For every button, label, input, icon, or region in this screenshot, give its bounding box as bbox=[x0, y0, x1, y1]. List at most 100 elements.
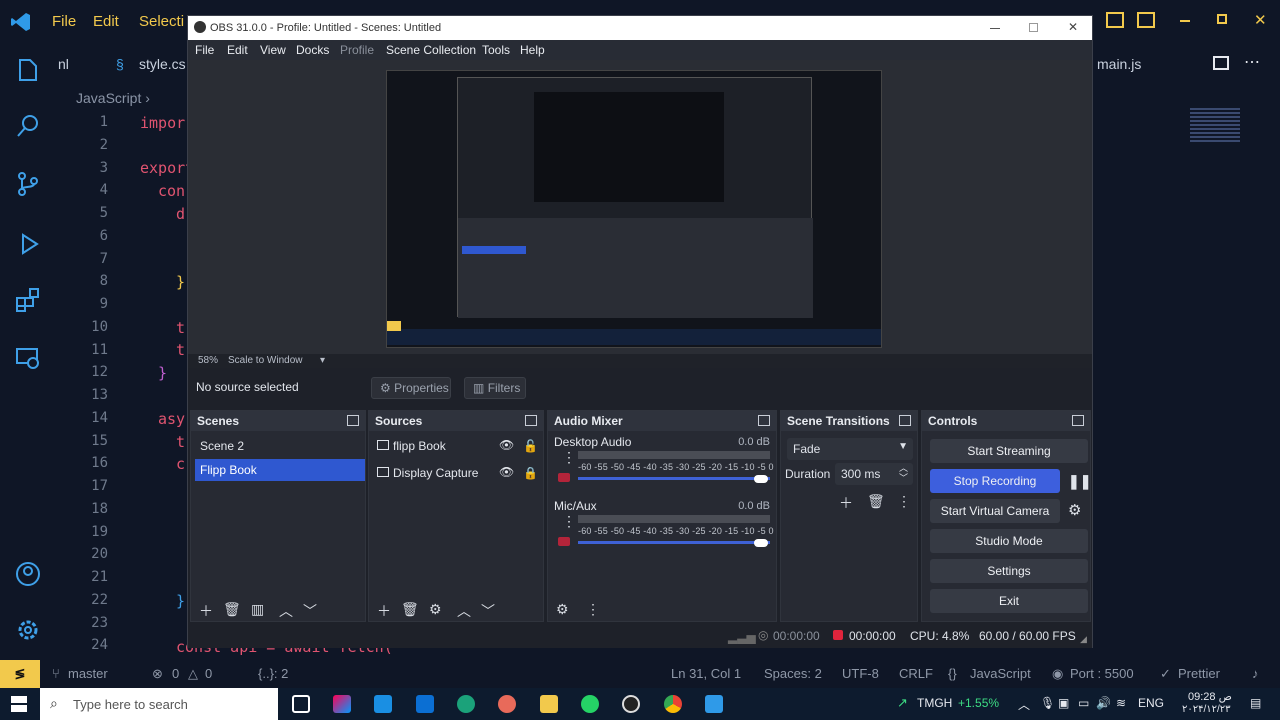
search-icon[interactable] bbox=[14, 112, 42, 140]
tab-stub[interactable]: nl bbox=[58, 56, 69, 72]
edge-icon[interactable] bbox=[457, 695, 475, 713]
unlocked-icon[interactable]: 🔓 bbox=[523, 439, 538, 453]
layout-panel-icon[interactable] bbox=[1106, 12, 1124, 28]
explorer-icon[interactable] bbox=[14, 56, 42, 84]
code-line-22[interactable]: } bbox=[176, 592, 185, 610]
remove-transition-icon[interactable]: 🗑 bbox=[867, 493, 885, 510]
layout-sidebar-icon[interactable] bbox=[1137, 12, 1155, 28]
status-errors[interactable]: 0 bbox=[172, 666, 179, 681]
stop-recording-button[interactable]: Stop Recording bbox=[930, 469, 1060, 493]
camera-icon[interactable]: ▣ bbox=[1058, 696, 1069, 710]
preview-canvas[interactable] bbox=[386, 70, 882, 348]
vs-menu-selection[interactable]: Selecti bbox=[139, 13, 184, 30]
code-line-4[interactable]: con bbox=[158, 182, 185, 200]
move-up-icon[interactable]: ︿ bbox=[279, 601, 293, 621]
clock-time[interactable]: 09:28 ص bbox=[1188, 690, 1232, 703]
code-line-8[interactable]: } bbox=[176, 273, 185, 291]
bell-icon[interactable]: ♪ bbox=[1252, 666, 1259, 681]
dock-undock-icon[interactable] bbox=[1072, 415, 1084, 426]
split-editor-icon[interactable] bbox=[1213, 56, 1229, 70]
zoom-level[interactable]: 58% bbox=[198, 355, 218, 366]
obs-close-icon[interactable]: ✕ bbox=[1068, 20, 1078, 34]
run-debug-icon[interactable] bbox=[14, 230, 42, 258]
minimize-icon[interactable] bbox=[1180, 20, 1190, 22]
scene-item[interactable]: Scene 2 bbox=[195, 435, 365, 457]
settings-gear-icon[interactable] bbox=[14, 616, 42, 644]
obs-taskbar-icon[interactable] bbox=[622, 695, 640, 713]
dock-undock-icon[interactable] bbox=[899, 415, 911, 426]
dock-undock-icon[interactable] bbox=[347, 415, 359, 426]
mixer-menu-icon[interactable]: ⋮ bbox=[586, 601, 600, 618]
status-scope[interactable]: {..}: 2 bbox=[258, 666, 288, 681]
copilot-icon[interactable] bbox=[333, 695, 351, 713]
channel-menu-icon[interactable]: ⋮ bbox=[562, 449, 576, 466]
remote-explorer-icon[interactable] bbox=[14, 344, 42, 372]
preview-area[interactable] bbox=[188, 60, 1092, 354]
obs-menu-edit[interactable]: Edit bbox=[227, 43, 248, 57]
exit-button[interactable]: Exit bbox=[930, 589, 1088, 613]
duration-spinbox[interactable]: 300 ms ︿ ﹀ bbox=[835, 463, 913, 485]
remove-scene-icon[interactable]: 🗑 bbox=[223, 601, 241, 618]
visibility-eye-icon[interactable]: 👁 bbox=[499, 438, 514, 452]
ticker-change[interactable]: +1.55% bbox=[958, 696, 999, 710]
move-down-icon[interactable]: ﹀ bbox=[481, 601, 495, 621]
settings-button[interactable]: Settings bbox=[930, 559, 1088, 583]
properties-button[interactable]: ⚙ Properties bbox=[371, 377, 451, 399]
status-warnings[interactable]: 0 bbox=[205, 666, 212, 681]
obs-titlebar[interactable]: OBS 31.0.0 - Profile: Untitled - Scenes:… bbox=[188, 16, 1092, 40]
tab-style-css[interactable]: style.cs bbox=[139, 56, 186, 72]
obs-menu-tools[interactable]: Tools bbox=[482, 43, 510, 57]
volume-slider[interactable] bbox=[578, 541, 770, 544]
add-source-icon[interactable]: ＋ bbox=[377, 601, 391, 621]
chrome-icon[interactable] bbox=[664, 695, 682, 713]
extensions-icon[interactable] bbox=[14, 286, 42, 314]
dock-undock-icon[interactable] bbox=[525, 415, 537, 426]
resize-grip-icon[interactable]: ◢ bbox=[1080, 634, 1087, 645]
visibility-eye-icon[interactable]: 👁 bbox=[499, 465, 514, 479]
obs-menu-view[interactable]: View bbox=[260, 43, 286, 57]
status-spaces[interactable]: Spaces: 2 bbox=[764, 666, 822, 681]
status-encoding[interactable]: UTF-8 bbox=[842, 666, 879, 681]
obs-menu-scene-collection[interactable]: Scene Collection bbox=[386, 43, 476, 57]
dock-undock-icon[interactable] bbox=[758, 415, 770, 426]
obs-maximize-icon[interactable] bbox=[1029, 23, 1038, 32]
vs-menu-file[interactable]: File bbox=[52, 13, 76, 30]
account-icon[interactable] bbox=[14, 560, 42, 588]
studio-mode-button[interactable]: Studio Mode bbox=[930, 529, 1088, 553]
add-scene-icon[interactable]: ＋ bbox=[199, 601, 213, 621]
maximize-icon[interactable] bbox=[1217, 14, 1227, 24]
task-view-icon[interactable] bbox=[292, 695, 310, 713]
wifi-icon[interactable]: ≋ bbox=[1116, 696, 1126, 710]
advanced-audio-gear-icon[interactable]: ⚙ bbox=[556, 601, 569, 618]
source-properties-gear-icon[interactable]: ⚙ bbox=[429, 601, 442, 618]
scale-mode-chevron-icon[interactable]: ▾ bbox=[320, 355, 325, 366]
app-icon[interactable] bbox=[498, 695, 516, 713]
pause-recording-icon[interactable]: ❚❚ bbox=[1068, 473, 1091, 490]
add-transition-icon[interactable]: ＋ bbox=[839, 493, 853, 513]
taskbar-search-box[interactable]: ⌕ Type here to search bbox=[40, 688, 278, 720]
minimap[interactable] bbox=[1190, 108, 1240, 144]
status-formatter[interactable]: Prettier bbox=[1178, 666, 1220, 681]
transition-menu-icon[interactable]: ⋮ bbox=[897, 493, 911, 510]
start-windows-icon[interactable] bbox=[11, 696, 27, 712]
code-line-14[interactable]: asy bbox=[158, 410, 185, 428]
volume-slider-knob[interactable] bbox=[754, 539, 768, 547]
ticker-symbol[interactable]: TMGH bbox=[917, 696, 952, 710]
tab-main-js[interactable]: main.js bbox=[1097, 56, 1141, 72]
move-up-icon[interactable]: ︿ bbox=[457, 601, 471, 621]
keyboard-language[interactable]: ENG bbox=[1138, 696, 1164, 710]
code-line-11[interactable]: t bbox=[176, 341, 185, 359]
scene-filters-icon[interactable]: ▥ bbox=[251, 601, 264, 618]
status-port[interactable]: Port : 5500 bbox=[1070, 666, 1134, 681]
filters-button[interactable]: ▥ Filters bbox=[464, 377, 526, 399]
code-line-1[interactable]: impor bbox=[140, 114, 185, 132]
code-line-5[interactable]: d bbox=[176, 205, 185, 223]
remote-indicator-icon[interactable]: ≶ bbox=[0, 660, 40, 688]
close-icon[interactable]: ✕ bbox=[1254, 11, 1267, 29]
vscode-taskbar-icon[interactable] bbox=[705, 695, 723, 713]
clock-date[interactable]: ۲۰۲۴/۱۲/۲۳ bbox=[1182, 704, 1231, 715]
scale-mode-select[interactable]: Scale to Window bbox=[228, 355, 302, 366]
status-eol[interactable]: CRLF bbox=[899, 666, 933, 681]
mute-speaker-icon[interactable] bbox=[558, 473, 570, 482]
code-line-16[interactable]: c bbox=[176, 455, 185, 473]
